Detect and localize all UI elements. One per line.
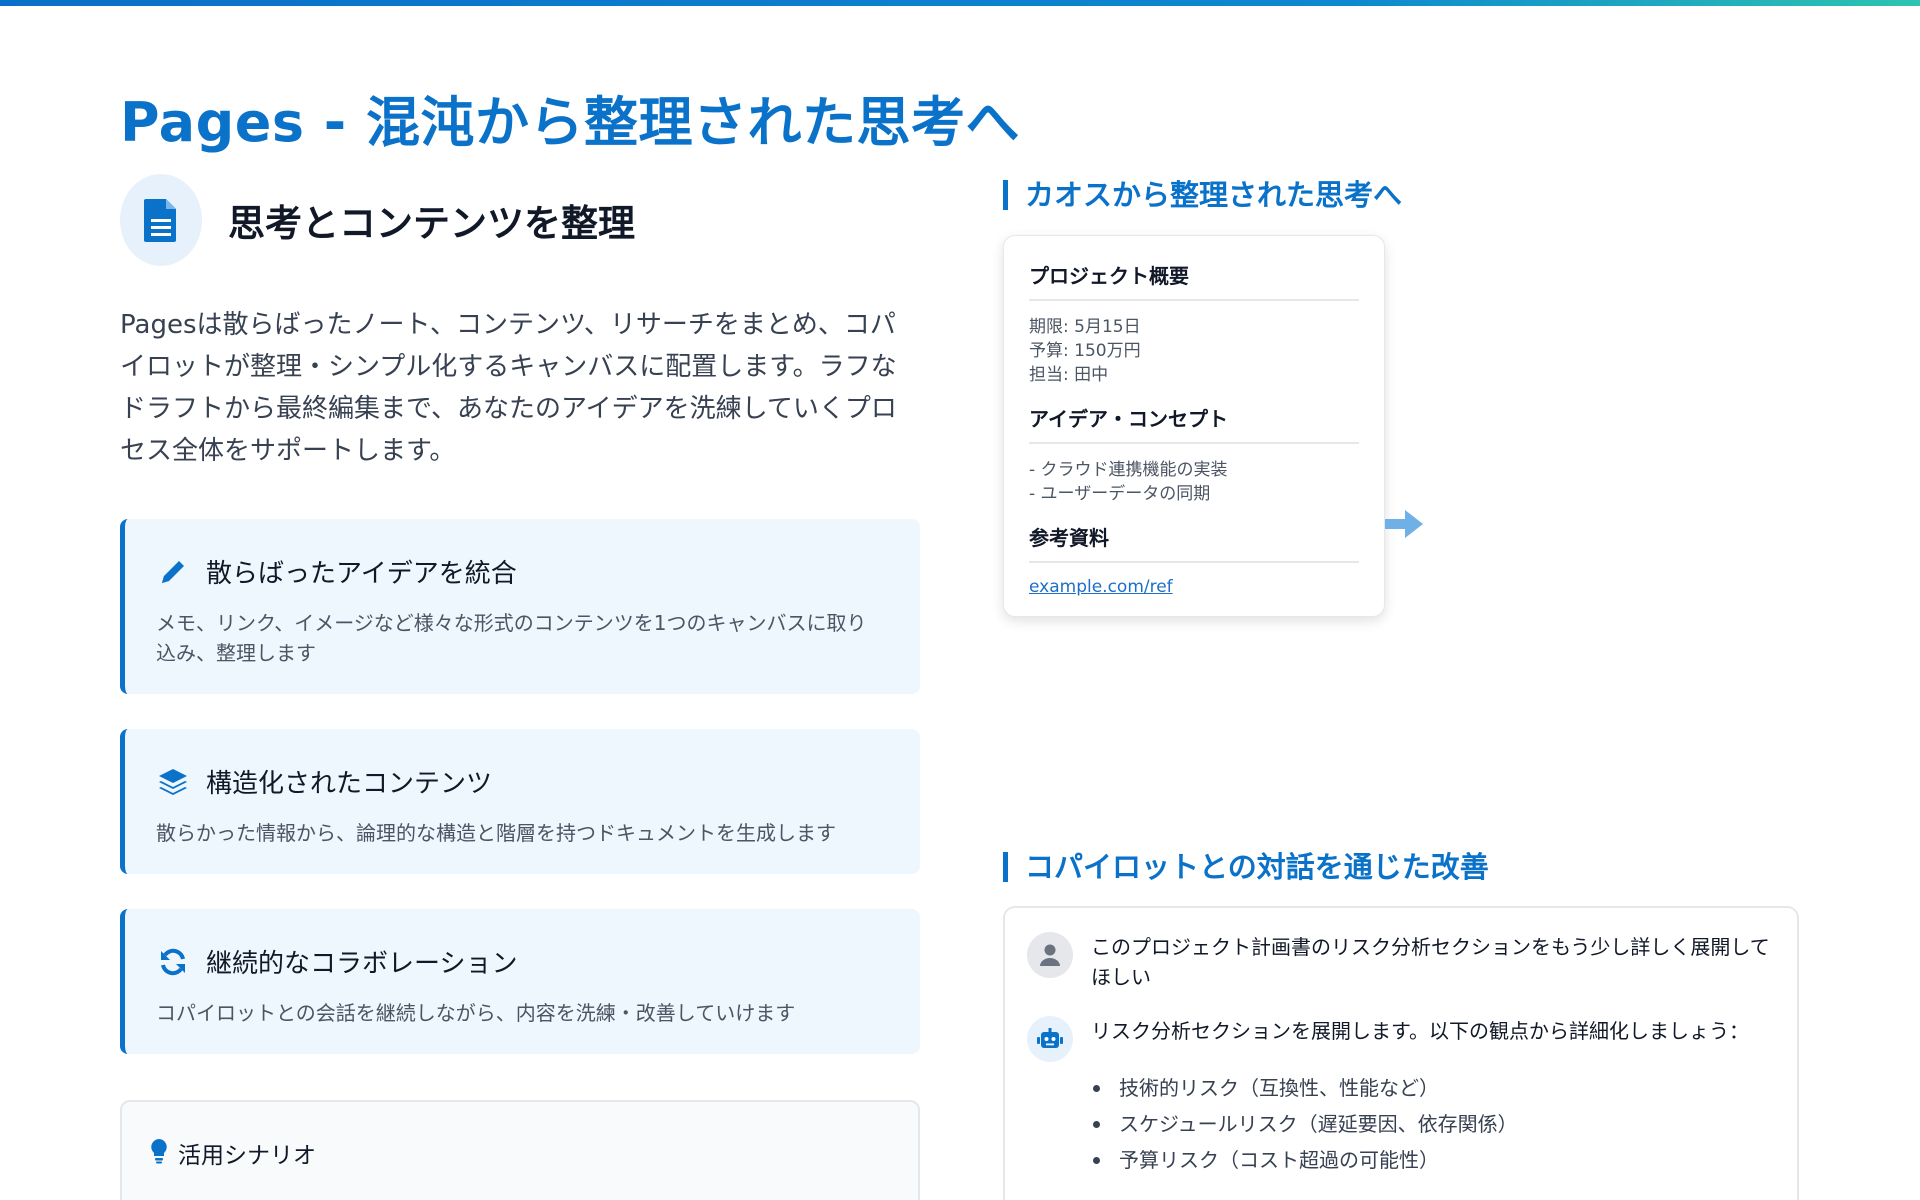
page-title: Pages - 混沌から整理された思考へ [120,91,1020,154]
hero: 思考とコンテンツを整理 [120,174,635,266]
bot-message: リスク分析セクションを展開します。以下の観点から詳細化しましょう： [1027,1016,1775,1062]
lightbulb-icon [150,1138,168,1168]
chat-card: このプロジェクト計画書のリスク分析セクションをもう少し詳しく展開してほしい リス… [1003,906,1799,1200]
hero-title: 思考とコンテンツを整理 [228,202,635,245]
pencil-icon [156,555,190,589]
intro-paragraph: Pagesは散らばったノート、コンテンツ、リサーチをまとめ、コパイロットが整理・… [120,310,897,466]
user-message: このプロジェクト計画書のリスク分析セクションをもう少し詳しく展開してほしい [1027,932,1775,992]
robot-icon [1027,1016,1073,1062]
doc-line: - クラウド連携機能の実装 [1029,460,1228,480]
user-message-text: このプロジェクト計画書のリスク分析セクションをもう少し詳しく展開してほしい [1091,935,1770,989]
bot-message-text: リスク分析セクションを展開します。以下の観点から詳細化しましょう： [1091,1019,1749,1043]
layers-icon [156,765,190,799]
doc-line: 担当: 田中 [1029,365,1109,385]
doc-line: 予算: 150万円 [1029,341,1141,361]
feature-card-structure: 構造化されたコンテンツ 散らかった情報から、論理的な構造と階層を持つドキュメント… [120,729,920,874]
feature-desc: 散らかった情報から、論理的な構造と階層を持つドキュメントを生成します [156,821,836,845]
list-item: 技術的リスク（互換性、性能など） [1091,1070,1775,1106]
scenario-box: 活用シナリオ [120,1100,920,1200]
document-icon [120,174,202,266]
top-accent-bar [0,0,1920,6]
arrow-right-icon [1385,508,1425,544]
list-item: スケジュールリスク（遅延要因、依存関係） [1091,1106,1775,1142]
feature-card-collaboration: 継続的なコラボレーション コパイロットとの会話を継続しながら、内容を洗練・改善し… [120,909,920,1054]
user-avatar-icon [1027,932,1073,978]
doc-heading: プロジェクト概要 [1029,260,1359,301]
feature-desc: コパイロットとの会話を継続しながら、内容を洗練・改善していけます [156,1001,796,1025]
doc-line: 期限: 5月15日 [1029,317,1141,337]
risk-list: 技術的リスク（互換性、性能など） スケジュールリスク（遅延要因、依存関係） 予算… [1091,1070,1775,1178]
doc-line: - ユーザーデータの同期 [1029,484,1211,504]
scenario-title: 活用シナリオ [178,1143,316,1169]
feature-desc: メモ、リンク、イメージなど様々な形式のコンテンツを1つのキャンバスに取り込み、整… [156,611,867,665]
list-item: 予算リスク（コスト超過の可能性） [1091,1142,1775,1178]
feature-title: 継続的なコラボレーション [206,949,518,979]
doc-heading: 参考資料 [1029,522,1359,563]
doc-heading: アイデア・コンセプト [1029,403,1359,444]
reference-link[interactable]: example.com/ref [1029,577,1173,597]
document-card: プロジェクト概要 期限: 5月15日 予算: 150万円 担当: 田中 アイデア… [1003,235,1385,617]
feature-title: 構造化されたコンテンツ [206,769,493,799]
feature-title: 散らばったアイデアを統合 [206,559,517,589]
section-title-dialog: コパイロットとの対話を通じた改善 [1003,852,1489,882]
sync-icon [156,945,190,979]
feature-card-integrate: 散らばったアイデアを統合 メモ、リンク、イメージなど様々な形式のコンテンツを1つ… [120,519,920,694]
section-title-chaos: カオスから整理された思考へ [1003,180,1402,210]
